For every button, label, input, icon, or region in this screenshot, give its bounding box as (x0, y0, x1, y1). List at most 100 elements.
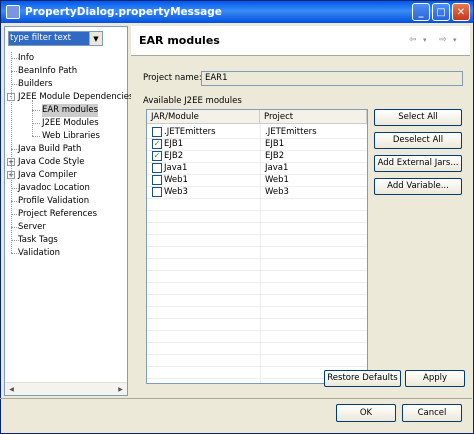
tree-connector (11, 188, 19, 189)
tree-guide-line (32, 100, 33, 136)
back-icon[interactable]: ⇦ (409, 35, 417, 45)
grid-line (147, 270, 367, 271)
filter-dropdown-icon[interactable]: ▼ (89, 32, 102, 45)
module-checkbox[interactable]: ✓ (152, 139, 162, 149)
tree-connector (11, 71, 19, 72)
module-name: EJB1 (164, 139, 184, 149)
tree-item[interactable]: Javadoc Location (18, 182, 90, 195)
deselect-all-button[interactable]: Deselect All (374, 132, 462, 149)
table-row[interactable]: ✓ EJB1 EJB1 (147, 138, 367, 150)
module-checkbox[interactable] (152, 163, 162, 173)
tree-item[interactable]: Profile Validation (18, 195, 89, 208)
table-row[interactable]: Web1 Web1 (147, 174, 367, 186)
grid-line (147, 150, 367, 151)
grid-line (147, 138, 367, 139)
column-header-module[interactable]: JAR/Module (147, 110, 260, 124)
tree-connector (11, 214, 19, 215)
close-button[interactable]: ✕ (452, 3, 470, 21)
forward-icon[interactable]: ⇨ (439, 35, 447, 45)
grid-line (147, 318, 367, 319)
tree-connector (32, 110, 40, 111)
module-checkbox[interactable] (152, 127, 162, 137)
module-name: Java1 (164, 163, 188, 173)
grid-line (147, 282, 367, 283)
grid-line (147, 174, 367, 175)
tree-item[interactable]: J2EE Module Dependencies (18, 91, 133, 104)
module-checkbox[interactable]: ✓ (152, 151, 162, 161)
tree-connector (32, 123, 40, 124)
horizontal-scrollbar[interactable]: ◀ ▶ (5, 382, 127, 395)
tree-item[interactable]: EAR modules (42, 104, 99, 117)
tree-connector (11, 149, 19, 150)
modules-table: JAR/Module Project .JETEmitters .JETEmitt… (146, 109, 368, 384)
cancel-button[interactable]: Cancel (402, 404, 462, 422)
module-name: Web3 (164, 187, 188, 197)
module-project: Java1 (265, 163, 289, 173)
scroll-left-icon[interactable]: ◀ (6, 384, 17, 395)
back-menu-icon[interactable]: ▾ (423, 36, 427, 44)
tree-item[interactable]: Web Libraries (42, 130, 100, 143)
footer-divider (0, 398, 472, 399)
tree-item[interactable]: BeanInfo Path (18, 65, 77, 78)
app-icon (6, 5, 20, 19)
tree-connector (11, 240, 19, 241)
restore-defaults-button[interactable]: Restore Defaults (324, 370, 401, 387)
tree-connector (32, 136, 40, 137)
tree-item[interactable]: Java Build Path (18, 143, 81, 156)
tree-item[interactable]: Validation (18, 247, 60, 260)
grid-line (147, 186, 367, 187)
grid-line (147, 222, 367, 223)
table-row[interactable]: Web3 Web3 (147, 186, 367, 198)
tree-connector (11, 253, 19, 254)
title-bar[interactable]: PropertyDialog.propertyMessage _ □ ✕ (1, 1, 473, 23)
scroll-right-icon[interactable]: ▶ (115, 384, 126, 395)
grid-line (147, 342, 367, 343)
tree-connector (11, 201, 19, 202)
column-header-project[interactable]: Project (260, 110, 367, 124)
module-project: .JETEmitters (265, 127, 317, 137)
minimize-button[interactable]: _ (412, 3, 430, 21)
tree-item[interactable]: Task Tags (18, 234, 58, 247)
module-name: Web1 (164, 175, 188, 185)
module-checkbox[interactable] (152, 175, 162, 185)
select-all-button[interactable]: Select All (374, 109, 462, 126)
project-name-label: Project name: (143, 73, 202, 83)
tree-item[interactable]: Java Code Style (18, 156, 84, 169)
module-project: EJB2 (265, 151, 285, 161)
tree-item[interactable]: Builders (18, 78, 53, 91)
grid-line (147, 246, 367, 247)
filter-field[interactable]: type filter text ▼ (8, 31, 103, 46)
maximize-button[interactable]: □ (432, 3, 450, 21)
module-project: EJB1 (265, 139, 285, 149)
table-header: JAR/Module Project (147, 110, 367, 124)
tree-item[interactable]: Java Compiler (18, 169, 77, 182)
apply-button[interactable]: Apply (405, 370, 465, 387)
grid-line (147, 234, 367, 235)
tree-item[interactable]: Info (18, 52, 34, 65)
grid-line (147, 366, 367, 367)
forward-menu-icon[interactable]: ▾ (453, 36, 457, 44)
filter-input[interactable]: type filter text (9, 32, 89, 45)
table-row[interactable]: ✓ EJB2 EJB2 (147, 150, 367, 162)
module-project: Web3 (265, 187, 289, 197)
module-name: .JETEmitters (164, 127, 216, 137)
module-project: Web1 (265, 175, 289, 185)
tree-item[interactable]: J2EE Modules (42, 117, 99, 130)
grid-line (147, 294, 367, 295)
tree-item[interactable]: Server (18, 221, 46, 234)
table-row[interactable]: .JETEmitters .JETEmitters (147, 126, 367, 138)
add-external-jars-button[interactable]: Add External Jars... (374, 155, 462, 172)
module-checkbox[interactable] (152, 187, 162, 197)
tree-connector (11, 84, 19, 85)
add-variable-button[interactable]: Add Variable... (374, 178, 462, 195)
ok-button[interactable]: OK (336, 404, 396, 422)
tree-item[interactable]: Project References (18, 208, 97, 221)
grid-line (147, 162, 367, 163)
project-name-field: EAR1 (201, 71, 463, 86)
tree-connector (11, 227, 19, 228)
module-name: EJB2 (164, 151, 184, 161)
table-row[interactable]: Java1 Java1 (147, 162, 367, 174)
available-modules-label: Available J2EE modules (143, 96, 242, 106)
grid-line (147, 306, 367, 307)
grid-line (147, 354, 367, 355)
